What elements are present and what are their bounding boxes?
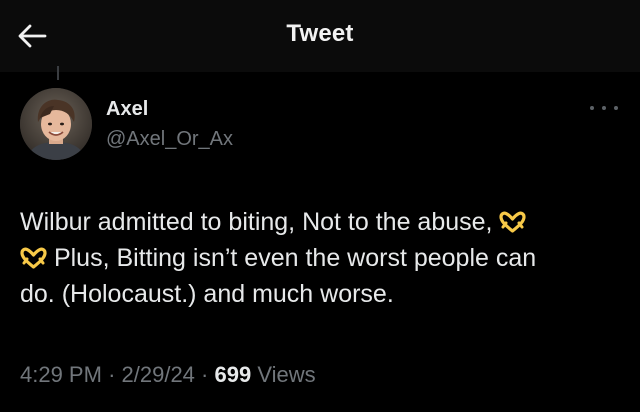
more-options-button[interactable] bbox=[590, 100, 618, 116]
tweet-text-line-1: Wilbur admitted to biting, Not to the ab… bbox=[20, 208, 493, 236]
author-name[interactable]: Axel bbox=[106, 98, 148, 121]
page-title: Tweet bbox=[286, 20, 354, 47]
tweet-text: Wilbur admitted to biting, Not to the ab… bbox=[20, 204, 620, 312]
tweet-time[interactable]: 4:29 PM bbox=[20, 362, 102, 387]
tweet-text-line-3: do. (Holocaust.) and much worse. bbox=[20, 280, 394, 308]
heart-hands-emoji bbox=[20, 247, 47, 269]
heart-hands-emoji bbox=[499, 211, 527, 233]
meta-separator: · bbox=[201, 362, 209, 387]
avatar[interactable] bbox=[20, 88, 92, 160]
more-horizontal-icon bbox=[602, 106, 606, 110]
more-horizontal-icon bbox=[614, 106, 618, 110]
tweet-meta: 4:29 PM · 2/29/24 · 699 Views bbox=[20, 362, 316, 388]
more-horizontal-icon bbox=[590, 106, 594, 110]
avatar-photo bbox=[20, 88, 92, 160]
author-handle[interactable]: @Axel_Or_Ax bbox=[106, 128, 233, 151]
tweet-text-line-2: Plus, Bitting isn’t even the worst peopl… bbox=[53, 244, 537, 272]
top-bar: Tweet bbox=[0, 0, 640, 72]
views-count[interactable]: 699 bbox=[215, 362, 252, 387]
thread-connector-line bbox=[57, 66, 59, 80]
meta-separator: · bbox=[108, 362, 116, 387]
tweet-date[interactable]: 2/29/24 bbox=[122, 362, 195, 387]
views-label: Views bbox=[257, 362, 316, 387]
